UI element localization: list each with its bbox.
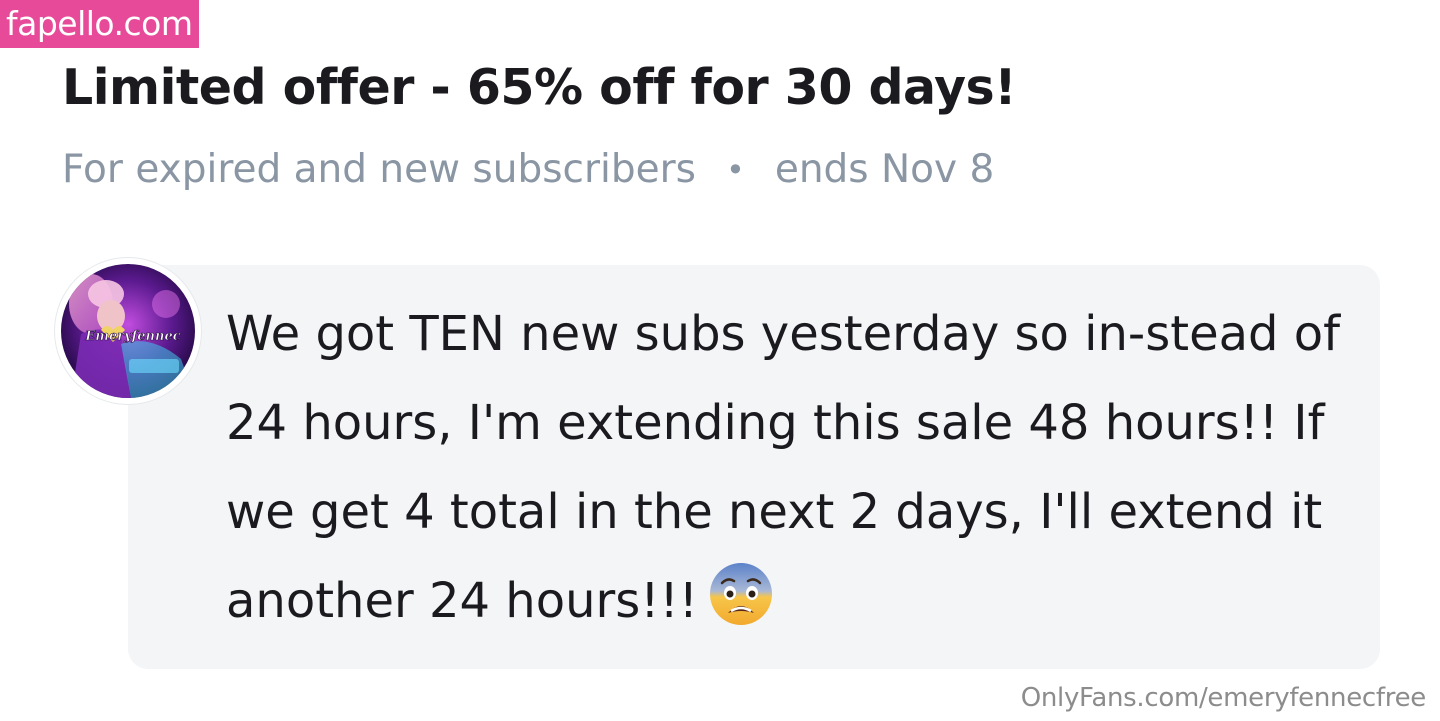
offer-audience: For expired and new subscribers xyxy=(62,147,696,192)
offer-title: Limited offer - 65% off for 30 days! xyxy=(62,59,1017,116)
offer-end-date: ends Nov 8 xyxy=(774,147,995,192)
avatar[interactable]: Emeryfennec xyxy=(55,258,201,404)
message-body: We got TEN new subs yesterday so in-stea… xyxy=(226,306,1341,629)
message-text: We got TEN new subs yesterday so in-stea… xyxy=(226,290,1351,656)
avatar-signature: Emeryfennec xyxy=(84,329,180,344)
creator-url-watermark: OnlyFans.com/emeryfennecfree xyxy=(1020,683,1427,713)
separator-dot: • xyxy=(725,151,745,189)
offer-subtitle: For expired and new subscribers • ends N… xyxy=(62,142,994,198)
fearful-face-icon xyxy=(708,561,774,656)
avatar-image: Emeryfennec xyxy=(61,264,195,398)
site-watermark: fapello.com xyxy=(0,0,199,48)
